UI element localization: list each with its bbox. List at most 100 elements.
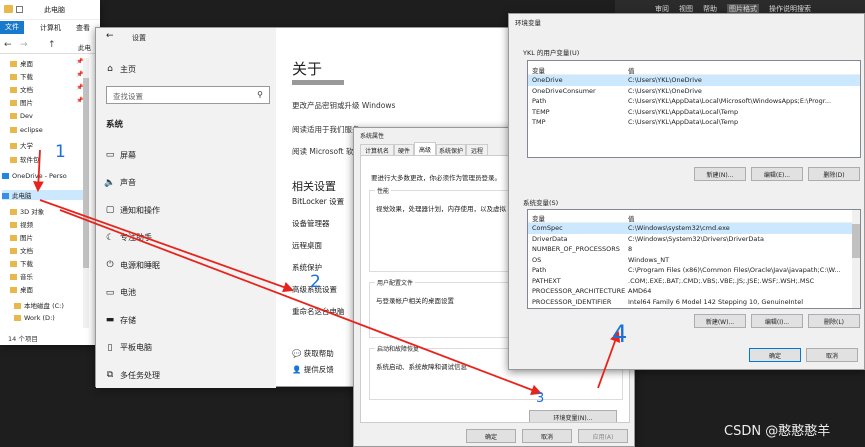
explorer-nav-item[interactable]: 桌面 [10, 284, 92, 294]
related-link[interactable]: BitLocker 设置 [292, 196, 344, 207]
related-link[interactable]: 系统保护 [292, 262, 322, 273]
column-value[interactable]: 值 [628, 65, 635, 75]
env-var-row[interactable]: Path C:\Users\YKL\AppData\Local\Microsoft… [528, 96, 860, 107]
env-var-name: ComSpec [532, 224, 563, 232]
explorer-nav-item[interactable]: 下载 [10, 258, 92, 268]
sysprops-ok-button[interactable]: 确定 [466, 429, 516, 443]
settings-nav-item[interactable]: ▬ 存储 [100, 311, 272, 329]
explorer-nav-item[interactable]: Dev [10, 112, 92, 120]
about-underline [292, 80, 344, 85]
related-link[interactable]: 高级系统设置 [292, 284, 337, 295]
env-var-value: 8 [628, 245, 633, 253]
settings-nav-item[interactable]: ▭ 电池 [100, 284, 272, 302]
about-link-license[interactable]: 阅读 Microsoft 软 [292, 146, 353, 157]
menu-file[interactable]: 文件 [0, 21, 24, 34]
env-var-name: DriverData [532, 234, 568, 243]
column-variable[interactable]: 变量 [532, 213, 545, 223]
explorer-nav-item[interactable]: 视频 [10, 219, 92, 229]
back-arrow-icon[interactable]: ← [4, 40, 12, 50]
settings-nav-item[interactable]: ▢ 通知和操作 [100, 201, 272, 219]
sysprops-tab[interactable]: 硬件 [394, 144, 414, 155]
env-var-row[interactable]: TEMP C:\Users\YKL\AppData\Local\Temp [528, 107, 860, 118]
user-new-button[interactable]: 新建(N)... [694, 167, 746, 181]
environment-variables-button[interactable]: 环境变量(N)... [529, 410, 617, 422]
about-link-services[interactable]: 阅读适用于我们服务 [292, 124, 360, 135]
system-edit-button[interactable]: 编辑(I)... [751, 314, 803, 328]
user-variables-list[interactable]: 变量 值 OneDrive C:\Users\YKL\OneDrive OneDri… [527, 60, 861, 158]
system-variables-list[interactable]: 变量 值 ComSpec C:\Windows\system32\cmd.exe D… [527, 209, 861, 309]
explorer-nav-item[interactable]: 3D 对象 [10, 206, 92, 216]
explorer-nav-item[interactable]: 桌面 📌 [10, 58, 92, 68]
related-link[interactable]: 设备管理器 [292, 218, 330, 229]
folder-icon [10, 127, 17, 133]
envvars-title: 环境变量 [515, 19, 541, 27]
related-settings-heading: 相关设置 [292, 180, 336, 193]
address-bar[interactable]: 此电 [78, 42, 91, 52]
menu-computer[interactable]: 计算机 [40, 23, 61, 33]
explorer-nav-item[interactable]: 此电脑 [2, 190, 84, 200]
sysprops-apply-button[interactable]: 应用(A) [578, 429, 628, 443]
sysprops-tab[interactable]: 系统保护 [436, 144, 466, 155]
env-var-row[interactable]: ComSpec C:\Windows\system32\cmd.exe [528, 223, 854, 234]
user-edit-button[interactable]: 编辑(E)... [751, 167, 803, 181]
env-var-row[interactable]: PROCESSOR_ARCHITECTURE AMD64 [528, 286, 854, 297]
env-var-row[interactable]: OneDrive C:\Users\YKL\OneDrive [528, 75, 860, 86]
envvars-cancel-button[interactable]: 取消 [806, 348, 858, 362]
speaker-icon: 🔈 [104, 177, 116, 188]
settings-nav-item[interactable]: ⧉ 多任务处理 [100, 366, 272, 384]
explorer-nav-item[interactable]: OneDrive - Perso [2, 172, 84, 180]
settings-nav-item[interactable]: ▯ 平板电脑 [100, 339, 272, 357]
checkbox-icon[interactable] [16, 6, 23, 13]
related-link[interactable]: 远程桌面 [292, 240, 322, 251]
env-var-row[interactable]: OneDriveConsumer C:\Users\YKL\OneDrive [528, 86, 860, 97]
explorer-nav-label: OneDrive - Perso [12, 172, 67, 180]
settings-search[interactable]: 查找设置 ⚲ [106, 86, 270, 104]
explorer-nav-item[interactable]: 下载 📌 [10, 71, 92, 81]
settings-nav-item[interactable]: 🔈 声音 [100, 174, 272, 192]
env-var-row[interactable]: TMP C:\Users\YKL\AppData\Local\Temp [528, 117, 860, 128]
system-delete-button[interactable]: 删除(L) [808, 314, 860, 328]
explorer-nav-item[interactable]: 大学 [10, 140, 92, 150]
env-var-row[interactable]: PATHEXT .COM;.EXE;.BAT;.CMD;.VBS;.VBE;.JS… [528, 276, 854, 287]
sysprops-cancel-button[interactable]: 取消 [522, 429, 572, 443]
env-var-row[interactable]: PROCESSOR_IDENTIFIER Intel64 Family 6 Mod… [528, 297, 854, 308]
explorer-nav-label: 桌面 [20, 286, 33, 294]
envvars-ok-button[interactable]: 确定 [749, 348, 801, 362]
back-arrow-icon[interactable]: ← [106, 31, 114, 41]
explorer-nav-item[interactable]: 软件包 [10, 154, 92, 164]
settings-home[interactable]: ⌂ 主页 [100, 60, 272, 78]
related-link[interactable]: 重命名这台电脑 [292, 306, 345, 317]
explorer-nav-item[interactable]: 图片 📌 [10, 97, 92, 107]
column-value[interactable]: 值 [628, 213, 635, 223]
menu-view[interactable]: 查看 [76, 23, 90, 33]
sysprops-tab[interactable]: 远程 [466, 144, 488, 155]
about-link-upgrade[interactable]: 更改产品密钥或升级 Windows [292, 100, 395, 111]
user-delete-button[interactable]: 删除(D) [808, 167, 860, 181]
sysprops-tab[interactable]: 计算机名 [360, 144, 394, 155]
system-list-scrollbar[interactable] [852, 210, 860, 308]
settings-nav-item[interactable]: ☾ 专注助手 [100, 229, 272, 247]
explorer-nav-item[interactable]: 图片 [10, 232, 92, 242]
forward-arrow-icon[interactable]: → [20, 40, 28, 50]
settings-nav-label: 声音 [120, 178, 136, 187]
env-var-value: C:\Users\YKL\OneDrive [628, 86, 702, 95]
explorer-nav-item[interactable]: 文档 📌 [10, 84, 92, 94]
env-var-row[interactable]: OS Windows_NT [528, 255, 854, 266]
settings-nav-item[interactable]: ⏻ 电源和睡眠 [100, 256, 272, 274]
download-icon [10, 261, 17, 267]
explorer-address-row: ← → ↑ 此电 [0, 38, 100, 54]
sysprops-tab[interactable]: 高级 [414, 142, 436, 155]
explorer-nav-item[interactable]: eclipse [10, 126, 92, 134]
env-var-row[interactable]: Path C:\Program Files (x86)\Common Files\… [528, 265, 854, 276]
explorer-nav-item[interactable]: 音乐 [10, 271, 92, 281]
system-new-button[interactable]: 新建(W)... [694, 314, 746, 328]
up-arrow-icon[interactable]: ↑ [48, 40, 56, 50]
settings-nav-label: 通知和操作 [120, 205, 160, 215]
settings-nav-item[interactable]: ▭ 屏幕 [100, 146, 272, 164]
explorer-nav-item[interactable]: 文档 [10, 245, 92, 255]
explorer-scrollbar[interactable] [83, 58, 89, 328]
env-var-row[interactable]: NUMBER_OF_PROCESSORS 8 [528, 244, 854, 255]
env-var-row[interactable]: DriverData C:\Windows\System32\Drivers\Dr… [528, 234, 854, 245]
env-var-value: C:\Windows\System32\Drivers\DriverData [628, 234, 764, 243]
column-variable[interactable]: 变量 [532, 65, 545, 75]
